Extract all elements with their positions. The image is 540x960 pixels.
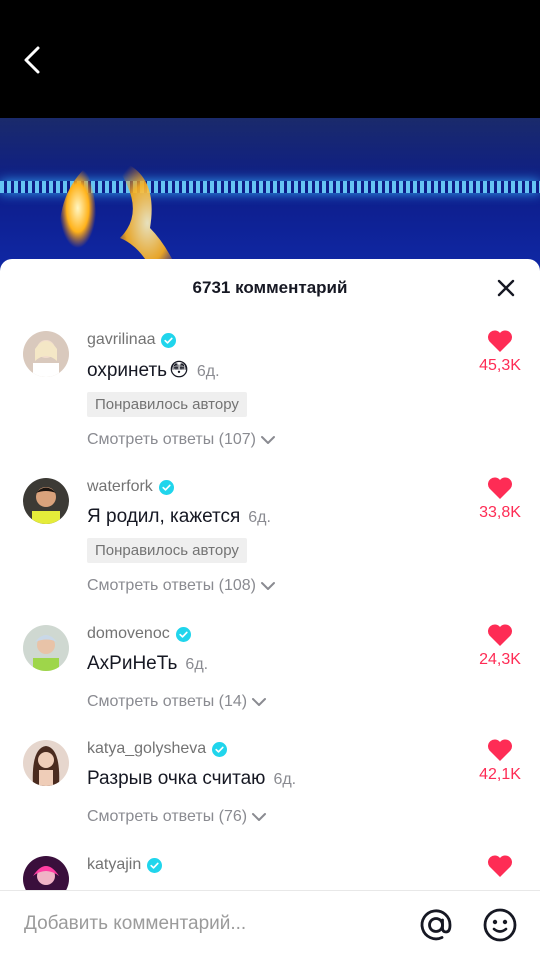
- comment-text-row: АхРиНеТь 6д.: [87, 653, 457, 675]
- comment-item: katya_golysheva Разрыв очка считаю 6д. С…: [0, 726, 540, 842]
- view-replies-button[interactable]: Смотреть ответы (107): [87, 431, 457, 449]
- chevron-down-icon: [252, 813, 267, 821]
- comment-text: охринеть: [87, 360, 168, 381]
- comment-age: 6д.: [185, 656, 209, 673]
- comment-username-row: katya_golysheva: [87, 738, 457, 760]
- view-replies-label: Смотреть ответы (108): [87, 577, 256, 594]
- liked-by-author-badge: Понравилось автору: [87, 392, 247, 417]
- comment-username-row: gavrilinaa: [87, 329, 457, 351]
- comment-body: waterfork Я родил, кажется 6д. Понравило…: [87, 476, 457, 595]
- comment-text-row: Разрыв очка считаю 6д.: [87, 768, 457, 790]
- comment-username-row: katyajin: [87, 854, 457, 876]
- like-count: 45,3K: [479, 357, 521, 374]
- liked-by-author-badge: Понравилось автору: [87, 538, 247, 563]
- like-button[interactable]: [470, 854, 530, 878]
- comment-username[interactable]: domovenoc: [87, 625, 170, 643]
- view-replies-button[interactable]: Смотреть ответы (108): [87, 577, 457, 595]
- comment-username[interactable]: waterfork: [87, 478, 153, 496]
- comment-text-row: охринеть 😳 6д.: [87, 359, 457, 382]
- comment-username-row: domovenoc: [87, 623, 457, 645]
- flushed-emoji: 😳: [169, 360, 189, 381]
- view-replies-label: Смотреть ответы (14): [87, 693, 248, 710]
- chevron-down-icon: [261, 582, 275, 590]
- chevron-down-icon: [261, 436, 275, 444]
- comment-body: katyajin: [87, 854, 457, 876]
- comment-body: katya_golysheva Разрыв очка считаю 6д. С…: [87, 738, 457, 826]
- like-button[interactable]: 45,3K: [470, 329, 530, 375]
- verified-badge-icon: [158, 479, 174, 495]
- comment-age: 6д.: [196, 363, 220, 380]
- like-count: 33,8K: [479, 504, 521, 521]
- view-replies-label: Смотреть ответы (107): [87, 431, 256, 448]
- mention-at-icon[interactable]: [418, 907, 454, 943]
- comment-item: domovenoc АхРиНеТь 6д. Смотреть ответы (…: [0, 611, 540, 726]
- avatar[interactable]: [23, 331, 69, 377]
- comment-text: Я родил, кажется: [87, 506, 241, 527]
- heart-icon: [487, 330, 513, 352]
- chevron-down-icon: [252, 698, 267, 706]
- comment-username[interactable]: katya_golysheva: [87, 740, 206, 758]
- comment-age: 6д.: [248, 509, 271, 526]
- comment-text: АхРиНеТь: [87, 653, 178, 674]
- view-replies-button[interactable]: Смотреть ответы (76): [87, 808, 457, 826]
- comments-list: gavrilinaa охринеть 😳 6д. Понравилось авт…: [0, 317, 540, 890]
- heart-icon: [487, 855, 513, 877]
- comment-body: domovenoc АхРиНеТь 6д. Смотреть ответы (…: [87, 623, 457, 711]
- like-button[interactable]: 24,3K: [470, 623, 530, 669]
- comment-body: gavrilinaa охринеть 😳 6д. Понравилось авт…: [87, 329, 457, 449]
- verified-badge-icon: [212, 741, 228, 757]
- verified-badge-icon: [147, 857, 163, 873]
- view-replies-button[interactable]: Смотреть ответы (14): [87, 693, 457, 711]
- avatar[interactable]: [23, 740, 69, 786]
- heart-icon: [487, 739, 513, 761]
- comment-item: gavrilinaa охринеть 😳 6д. Понравилось авт…: [0, 317, 540, 464]
- like-count: 24,3K: [479, 651, 521, 668]
- heart-icon: [487, 477, 513, 499]
- like-button[interactable]: 42,1K: [470, 738, 530, 784]
- comments-count-title: 6731 комментарий: [192, 278, 348, 297]
- video-glow-shape: [59, 158, 182, 278]
- close-button[interactable]: [496, 278, 516, 298]
- comments-header: 6731 комментарий: [0, 259, 540, 317]
- comment-item: waterfork Я родил, кажется 6д. Понравило…: [0, 464, 540, 611]
- comment-text: Разрыв очка считаю: [87, 768, 266, 789]
- avatar[interactable]: [23, 625, 69, 671]
- view-replies-label: Смотреть ответы (76): [87, 808, 248, 825]
- verified-badge-icon: [161, 332, 177, 348]
- comment-text-row: Я родил, кажется 6д.: [87, 506, 457, 528]
- top-bar: [0, 0, 540, 118]
- comment-username-row: waterfork: [87, 476, 457, 498]
- heart-icon: [487, 624, 513, 646]
- like-button[interactable]: 33,8K: [470, 476, 530, 522]
- emoji-icon[interactable]: [482, 907, 518, 943]
- comment-input[interactable]: [24, 913, 384, 935]
- comment-age: 6д.: [273, 771, 297, 788]
- comments-sheet: 6731 комментарий gavrilinaa охринеть 😳 6…: [0, 259, 540, 960]
- verified-badge-icon: [175, 626, 191, 642]
- like-count: 42,1K: [479, 766, 521, 783]
- avatar[interactable]: [23, 478, 69, 524]
- avatar[interactable]: [23, 856, 69, 890]
- comment-username[interactable]: gavrilinaa: [87, 331, 155, 349]
- comment-username[interactable]: katyajin: [87, 856, 141, 874]
- comment-composer: [0, 890, 540, 960]
- back-button[interactable]: [18, 42, 50, 78]
- video-preview[interactable]: [0, 118, 540, 278]
- comment-item: katyajin: [0, 842, 540, 890]
